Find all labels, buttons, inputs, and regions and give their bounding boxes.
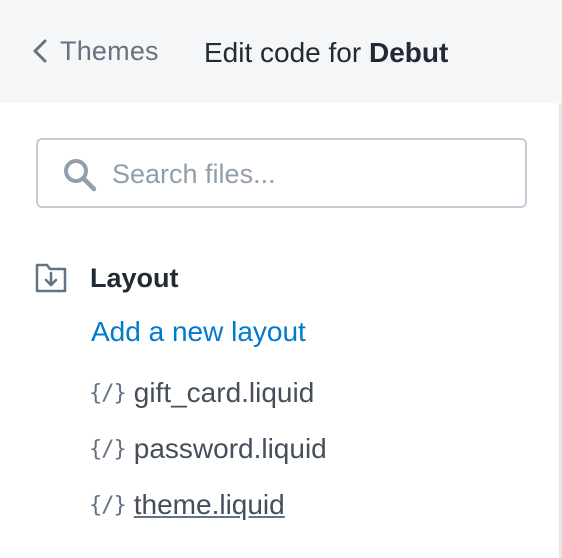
folder-download-icon bbox=[35, 263, 67, 293]
file-browser-panel: Layout Add a new layout {/} gift_card.li… bbox=[0, 103, 562, 558]
search-box bbox=[36, 138, 527, 208]
page-title: Edit code for Debut bbox=[204, 33, 448, 73]
file-name: theme.liquid bbox=[133, 489, 285, 520]
folder-layout[interactable]: Layout bbox=[34, 258, 179, 298]
file-name: password.liquid bbox=[133, 433, 327, 464]
theme-name: Debut bbox=[368, 37, 449, 68]
back-link-label: Themes bbox=[60, 35, 159, 66]
editor-header: Themes Edit code for Debut bbox=[0, 0, 562, 103]
search-icon bbox=[64, 159, 97, 192]
folder-label: Layout bbox=[90, 262, 179, 293]
code-icon: {/} bbox=[89, 492, 127, 518]
file-item[interactable]: {/} gift_card.liquid bbox=[89, 373, 314, 413]
file-item[interactable]: {/} password.liquid bbox=[89, 429, 327, 469]
chevron-left-icon bbox=[33, 39, 47, 63]
search-files-input[interactable] bbox=[112, 152, 512, 196]
file-name: gift_card.liquid bbox=[133, 377, 315, 408]
file-item-active[interactable]: {/} theme.liquid bbox=[89, 485, 285, 525]
code-icon: {/} bbox=[89, 436, 127, 462]
code-icon: {/} bbox=[89, 380, 127, 406]
back-to-themes-link[interactable]: Themes bbox=[30, 33, 159, 69]
page-title-prefix: Edit code for bbox=[204, 37, 362, 68]
add-new-layout-link[interactable]: Add a new layout bbox=[91, 316, 306, 348]
code-editor-sidebar: Themes Edit code for Debut Layout Add a … bbox=[0, 0, 562, 558]
